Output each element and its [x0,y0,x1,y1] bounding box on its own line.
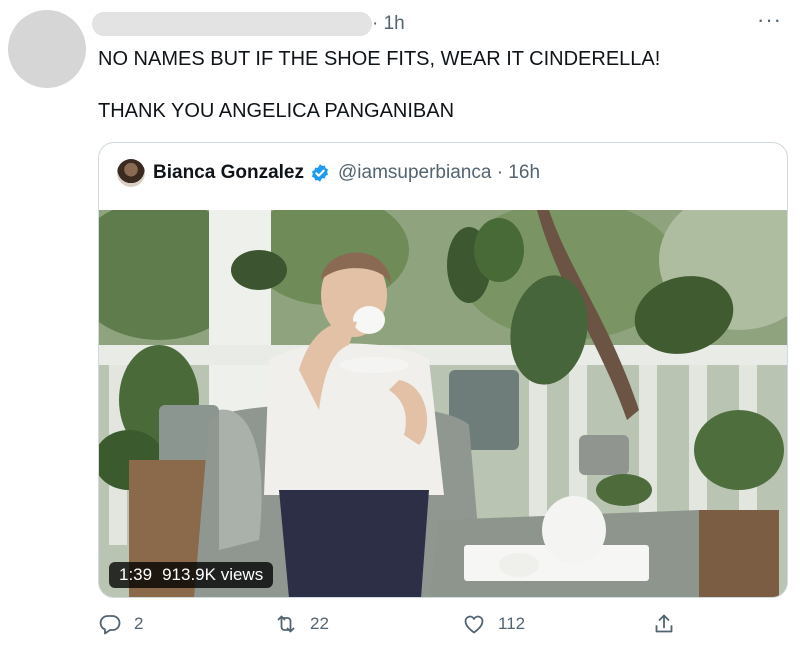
tweet-text-line-1: NO NAMES BUT IF THE SHOE FITS, WEAR IT C… [98,48,661,70]
verified-badge-icon [312,164,328,182]
avatar[interactable] [8,10,86,88]
retweet-button[interactable]: 22 [274,612,329,636]
quoted-author-name[interactable]: Bianca Gonzalez [153,162,304,184]
reply-count: 2 [134,614,144,633]
more-options-icon[interactable]: ··· [757,8,782,32]
share-icon [655,614,673,633]
quoted-tweet-header: Bianca Gonzalez @iamsuperbianca · 16h [117,158,540,188]
heart-icon [464,615,484,634]
quoted-handle-time: @iamsuperbianca · 16h [338,162,541,183]
quoted-avatar[interactable] [117,159,145,187]
tweet: · 1h ··· NO NAMES BUT IF THE SHOE FITS, … [0,0,800,656]
tweet-actions: 2 22 112 [98,612,788,642]
video-thumbnail [99,210,787,597]
video-stats-badge: 1:39 913.9K views [109,562,274,588]
reply-icon [99,615,121,635]
video-views: 913.9K views [162,565,264,584]
tweet-timestamp[interactable]: · 1h [372,12,405,36]
share-button[interactable] [652,612,676,636]
video-duration: 1:39 [119,565,153,584]
reply-button[interactable]: 2 [98,612,143,636]
redacted-author-name [92,12,372,36]
quoted-tweet[interactable]: Bianca Gonzalez @iamsuperbianca · 16h 1:… [98,142,788,598]
like-button[interactable]: 112 [462,612,525,636]
video-player[interactable]: 1:39 913.9K views [99,210,787,597]
like-count: 112 [498,614,526,633]
retweet-count: 22 [310,614,329,633]
retweet-icon [277,615,295,633]
tweet-text-line-2: THANK YOU ANGELICA PANGANIBAN [98,100,455,122]
